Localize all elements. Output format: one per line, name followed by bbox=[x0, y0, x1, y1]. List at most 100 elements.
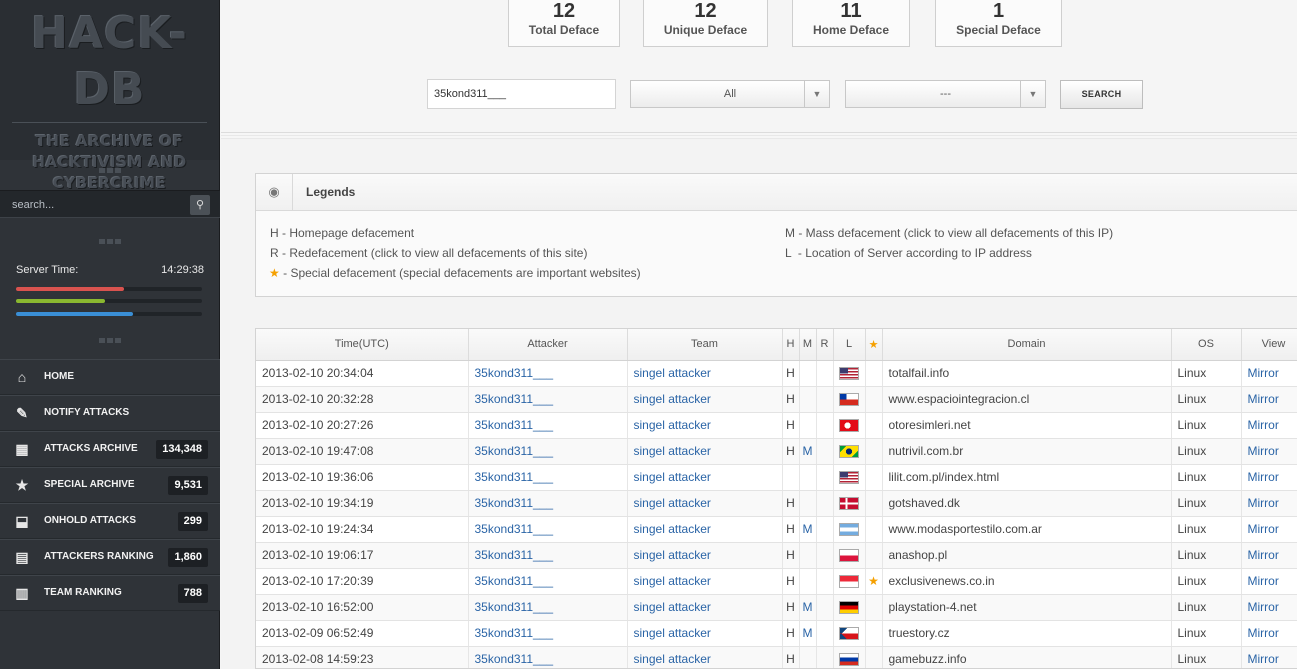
flag-dk-icon bbox=[839, 497, 859, 511]
cell-m[interactable]: M bbox=[799, 516, 817, 543]
nav-special-archive[interactable]: ★ SPECIAL ARCHIVE 9,531 bbox=[0, 467, 220, 503]
cell-m[interactable] bbox=[799, 568, 817, 595]
attacker-link[interactable]: 35kond311___ bbox=[468, 646, 628, 668]
cell-r[interactable] bbox=[816, 438, 834, 465]
team-link[interactable]: singel attacker bbox=[627, 646, 783, 668]
header-m[interactable]: M bbox=[799, 329, 817, 361]
eye-icon[interactable]: ◉ bbox=[256, 174, 293, 210]
attacker-link[interactable]: 35kond311___ bbox=[468, 620, 628, 647]
attacker-link[interactable]: 35kond311___ bbox=[468, 412, 628, 439]
nav-label: SPECIAL ARCHIVE bbox=[44, 479, 135, 490]
mirror-link[interactable]: Mirror bbox=[1241, 438, 1297, 465]
nav-notify-attacks[interactable]: ✎ NOTIFY ATTACKS bbox=[0, 395, 220, 431]
count-badge: 788 bbox=[177, 584, 208, 603]
header-attacker[interactable]: Attacker bbox=[468, 329, 628, 361]
header-time[interactable]: Time(UTC) bbox=[256, 329, 469, 361]
mirror-link[interactable]: Mirror bbox=[1241, 646, 1297, 668]
secondary-select[interactable]: --- ▼ bbox=[845, 80, 1046, 108]
mirror-link[interactable]: Mirror bbox=[1241, 542, 1297, 569]
attacker-link[interactable]: 35kond311___ bbox=[468, 386, 628, 413]
cell-r[interactable] bbox=[816, 464, 834, 491]
cell-special bbox=[865, 490, 883, 517]
cell-m[interactable] bbox=[799, 412, 817, 439]
ranking-icon: ▤ bbox=[15, 549, 29, 565]
attacker-link[interactable]: 35kond311___ bbox=[468, 438, 628, 465]
cell-h: H bbox=[782, 646, 800, 668]
cell-special bbox=[865, 542, 883, 569]
nav-attackers-ranking[interactable]: ▤ ATTACKERS RANKING 1,860 bbox=[0, 539, 220, 575]
logo[interactable]: HACK-DB THE ARCHIVE OF HACKTIVISM AND CY… bbox=[0, 0, 219, 192]
cell-r[interactable] bbox=[816, 568, 834, 595]
team-link[interactable]: singel attacker bbox=[627, 542, 783, 569]
cell-os: Linux bbox=[1171, 646, 1242, 668]
nav-onhold-attacks[interactable]: ⬓ ONHOLD ATTACKS 299 bbox=[0, 503, 220, 539]
team-link[interactable]: singel attacker bbox=[627, 490, 783, 517]
mirror-link[interactable]: Mirror bbox=[1241, 386, 1297, 413]
attacker-link[interactable]: 35kond311___ bbox=[468, 516, 628, 543]
cell-m[interactable] bbox=[799, 464, 817, 491]
team-link[interactable]: singel attacker bbox=[627, 516, 783, 543]
cell-r[interactable] bbox=[816, 594, 834, 621]
team-link[interactable]: singel attacker bbox=[627, 464, 783, 491]
cell-m[interactable]: M bbox=[799, 620, 817, 647]
team-link[interactable]: singel attacker bbox=[627, 438, 783, 465]
mirror-link[interactable]: Mirror bbox=[1241, 568, 1297, 595]
attacker-link[interactable]: 35kond311___ bbox=[468, 594, 628, 621]
nav-home[interactable]: ⌂ HOME bbox=[0, 359, 220, 395]
mirror-link[interactable]: Mirror bbox=[1241, 594, 1297, 621]
header-r[interactable]: R bbox=[816, 329, 834, 361]
cell-m[interactable] bbox=[799, 360, 817, 387]
sidebar-search-input[interactable] bbox=[6, 194, 181, 216]
cell-h: H bbox=[782, 490, 800, 517]
search-icon[interactable]: ⚲ bbox=[190, 195, 210, 215]
team-link[interactable]: singel attacker bbox=[627, 568, 783, 595]
attacker-link[interactable]: 35kond311___ bbox=[468, 360, 628, 387]
nav-attacks-archive[interactable]: ▦ ATTACKS ARCHIVE 134,348 bbox=[0, 431, 220, 467]
cell-special bbox=[865, 594, 883, 621]
cell-m[interactable]: M bbox=[799, 438, 817, 465]
cell-r[interactable] bbox=[816, 646, 834, 668]
legend-redefacement: R - Redefacement (click to view all defa… bbox=[270, 246, 587, 260]
cell-r[interactable] bbox=[816, 386, 834, 413]
header-special[interactable]: ★ bbox=[865, 329, 883, 361]
mirror-link[interactable]: Mirror bbox=[1241, 412, 1297, 439]
team-link[interactable]: singel attacker bbox=[627, 386, 783, 413]
search-query-input[interactable]: 35kond311___ bbox=[427, 79, 616, 109]
cell-m[interactable] bbox=[799, 646, 817, 668]
legend-key: L bbox=[785, 246, 792, 260]
mirror-link[interactable]: Mirror bbox=[1241, 490, 1297, 517]
nav-team-ranking[interactable]: ▥ TEAM RANKING 788 bbox=[0, 575, 220, 611]
cell-os: Linux bbox=[1171, 568, 1242, 595]
star-icon: ★ bbox=[269, 266, 280, 280]
header-domain[interactable]: Domain bbox=[882, 329, 1172, 361]
header-l[interactable]: L bbox=[833, 329, 866, 361]
cell-r[interactable] bbox=[816, 412, 834, 439]
cell-r[interactable] bbox=[816, 516, 834, 543]
cell-r[interactable] bbox=[816, 490, 834, 517]
category-select[interactable]: All ▼ bbox=[630, 80, 830, 108]
search-button[interactable]: SEARCH bbox=[1060, 80, 1143, 109]
attacker-link[interactable]: 35kond311___ bbox=[468, 542, 628, 569]
team-link[interactable]: singel attacker bbox=[627, 594, 783, 621]
cell-m[interactable] bbox=[799, 386, 817, 413]
mirror-link[interactable]: Mirror bbox=[1241, 620, 1297, 647]
cell-r[interactable] bbox=[816, 542, 834, 569]
attacker-link[interactable]: 35kond311___ bbox=[468, 490, 628, 517]
cell-r[interactable] bbox=[816, 620, 834, 647]
attacker-link[interactable]: 35kond311___ bbox=[468, 464, 628, 491]
cell-m[interactable] bbox=[799, 542, 817, 569]
header-h[interactable]: H bbox=[782, 329, 800, 361]
attacker-link[interactable]: 35kond311___ bbox=[468, 568, 628, 595]
mirror-link[interactable]: Mirror bbox=[1241, 516, 1297, 543]
cell-m[interactable] bbox=[799, 490, 817, 517]
team-link[interactable]: singel attacker bbox=[627, 360, 783, 387]
cell-r[interactable] bbox=[816, 360, 834, 387]
team-link[interactable]: singel attacker bbox=[627, 620, 783, 647]
header-os[interactable]: OS bbox=[1171, 329, 1242, 361]
mirror-link[interactable]: Mirror bbox=[1241, 464, 1297, 491]
header-view[interactable]: View bbox=[1241, 329, 1297, 361]
header-team[interactable]: Team bbox=[627, 329, 783, 361]
team-link[interactable]: singel attacker bbox=[627, 412, 783, 439]
cell-m[interactable]: M bbox=[799, 594, 817, 621]
mirror-link[interactable]: Mirror bbox=[1241, 360, 1297, 387]
